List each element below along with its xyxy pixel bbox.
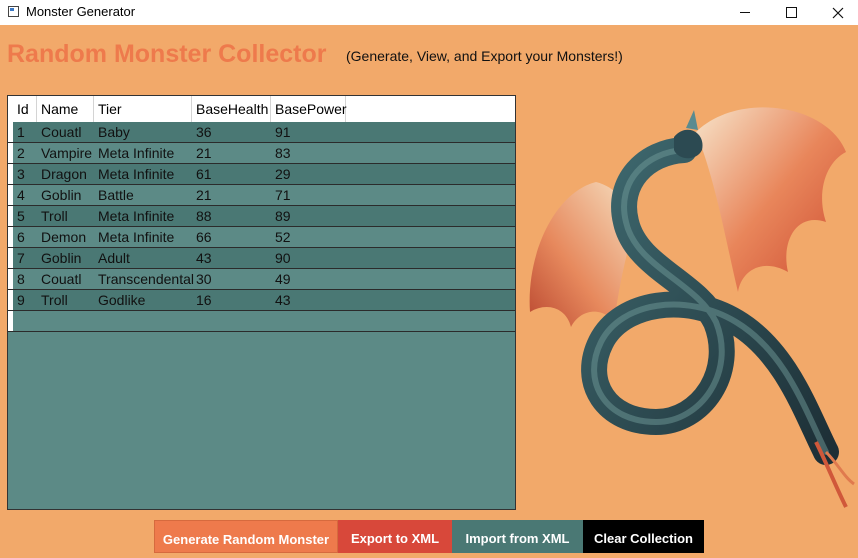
cell-basepower: 83: [275, 145, 291, 161]
cell-id: 1: [17, 124, 25, 140]
maximize-button[interactable]: [768, 0, 814, 25]
minimize-button[interactable]: [722, 0, 768, 25]
cell-tier: Battle: [98, 187, 134, 203]
cell-basehealth: 16: [196, 292, 212, 308]
cell-basepower: 71: [275, 187, 291, 203]
cell-id: 5: [17, 208, 25, 224]
cell-basehealth: 21: [196, 187, 212, 203]
cell-basehealth: 66: [196, 229, 212, 245]
app-window-icon: [8, 6, 19, 17]
cell-tier: Meta Infinite: [98, 166, 175, 182]
import-xml-button[interactable]: Import from XML: [452, 520, 583, 553]
cell-basepower: 52: [275, 229, 291, 245]
column-header-basepower[interactable]: BasePower: [271, 96, 347, 122]
cell-id: 9: [17, 292, 25, 308]
table-row[interactable]: 1 Couatl Baby 36 91: [8, 122, 515, 143]
cell-tier: Adult: [98, 250, 130, 266]
cell-name: Couatl: [41, 271, 82, 287]
cell-basehealth: 36: [196, 124, 212, 140]
grid-header-row: Id Name Tier BaseHealth BasePower: [8, 96, 515, 123]
cell-name: Couatl: [41, 124, 82, 140]
table-row[interactable]: 9 Troll Godlike 16 43: [8, 290, 515, 311]
monster-data-grid[interactable]: Id Name Tier BaseHealth BasePower 1 Coua…: [7, 95, 516, 510]
cell-id: 2: [17, 145, 25, 161]
cell-name: Dragon: [41, 166, 87, 182]
new-item-row[interactable]: [8, 311, 515, 332]
cell-id: 4: [17, 187, 25, 203]
cell-basepower: 29: [275, 166, 291, 182]
cell-tier: Godlike: [98, 292, 146, 308]
maximize-icon: [785, 7, 797, 18]
cell-tier: Baby: [98, 124, 130, 140]
title-bar: Monster Generator: [0, 0, 858, 25]
cell-id: 3: [17, 166, 25, 182]
table-row[interactable]: 6 Demon Meta Infinite 66 52: [8, 227, 515, 248]
table-row[interactable]: 3 Dragon Meta Infinite 61 29: [8, 164, 515, 185]
column-header-id[interactable]: Id: [13, 96, 37, 122]
page-subtitle: (Generate, View, and Export your Monster…: [346, 48, 623, 64]
cell-id: 7: [17, 250, 25, 266]
window-title: Monster Generator: [26, 4, 136, 19]
column-header-basehealth[interactable]: BaseHealth: [192, 96, 271, 122]
cell-id: 6: [17, 229, 25, 245]
cell-basepower: 90: [275, 250, 291, 266]
cell-basehealth: 88: [196, 208, 212, 224]
cell-name: Goblin: [41, 187, 82, 203]
cell-name: Vampire: [41, 145, 93, 161]
row-header[interactable]: [8, 311, 13, 331]
table-row[interactable]: 2 Vampire Meta Infinite 21 83: [8, 143, 515, 164]
cell-name: Goblin: [41, 250, 82, 266]
close-icon: [832, 7, 844, 18]
dragon-illustration: [529, 107, 855, 508]
minimize-icon: [740, 12, 750, 13]
clear-collection-button[interactable]: Clear Collection: [583, 520, 704, 553]
cell-basepower: 49: [275, 271, 291, 287]
column-header-tier[interactable]: Tier: [94, 96, 192, 122]
cell-basepower: 91: [275, 124, 291, 140]
cell-basehealth: 30: [196, 271, 212, 287]
table-row[interactable]: 4 Goblin Battle 21 71: [8, 185, 515, 206]
cell-basehealth: 43: [196, 250, 212, 266]
cell-basehealth: 61: [196, 166, 212, 182]
cell-id: 8: [17, 271, 25, 287]
table-row[interactable]: 7 Goblin Adult 43 90: [8, 248, 515, 269]
cell-name: Troll: [41, 292, 68, 308]
export-xml-button[interactable]: Export to XML: [338, 520, 452, 553]
generate-random-monster-button[interactable]: Generate Random Monster: [154, 520, 338, 553]
cell-basepower: 43: [275, 292, 291, 308]
table-row[interactable]: 5 Troll Meta Infinite 88 89: [8, 206, 515, 227]
cell-name: Demon: [41, 229, 87, 245]
page-title: Random Monster Collector: [7, 40, 327, 68]
column-header-name[interactable]: Name: [37, 96, 94, 122]
cell-tier: Meta Infinite: [98, 145, 175, 161]
table-row[interactable]: 8 Couatl Transcendental 30 49: [8, 269, 515, 290]
cell-tier: Meta Infinite: [98, 208, 175, 224]
cell-tier: Transcendental: [98, 271, 194, 287]
close-button[interactable]: [815, 0, 858, 25]
cell-name: Troll: [41, 208, 68, 224]
cell-tier: Meta Infinite: [98, 229, 175, 245]
cell-basepower: 89: [275, 208, 291, 224]
cell-basehealth: 21: [196, 145, 212, 161]
